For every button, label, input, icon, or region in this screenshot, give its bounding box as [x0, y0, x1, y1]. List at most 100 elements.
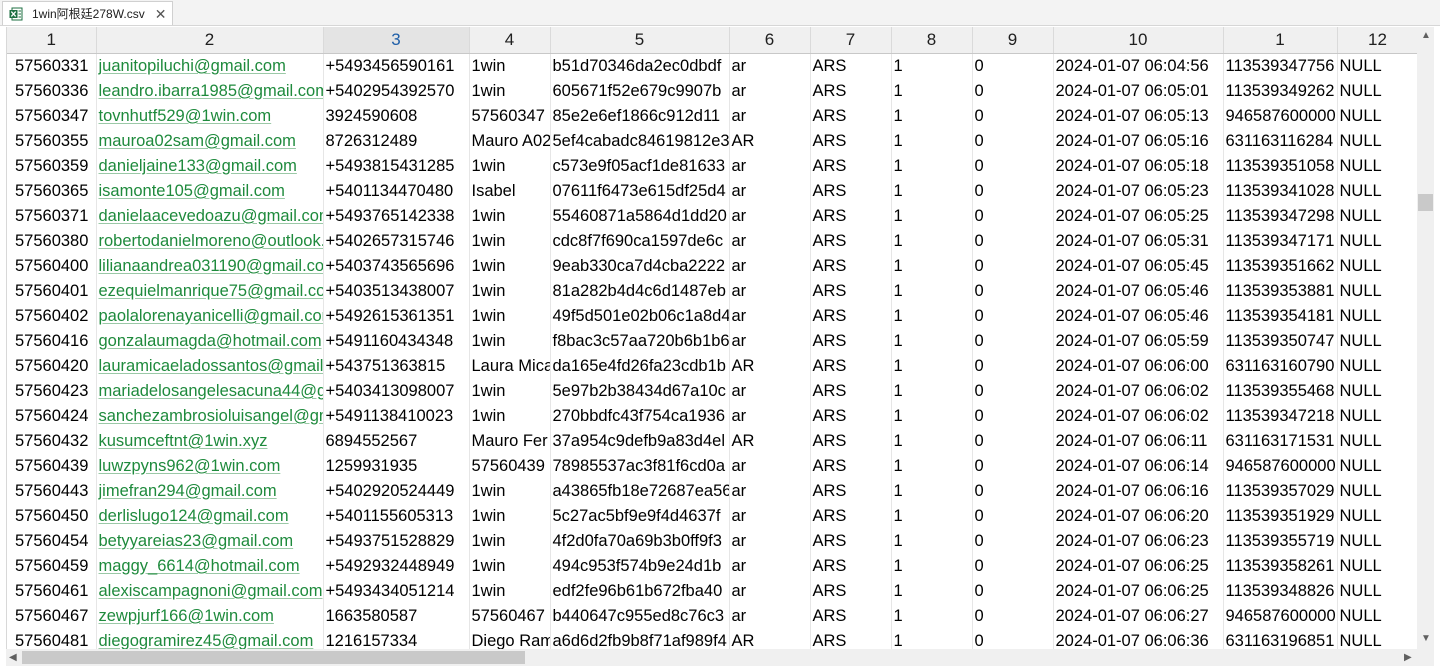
table-cell[interactable]: 605671f52e679c9907b: [550, 78, 730, 104]
email-cell[interactable]: alexiscampagnoni@gmail.com: [96, 578, 324, 604]
table-cell[interactable]: 113539351662: [1223, 253, 1338, 279]
table-cell[interactable]: ARS: [810, 428, 892, 454]
table-cell[interactable]: 1win: [469, 203, 551, 229]
table-cell[interactable]: ARS: [810, 78, 892, 104]
table-cell[interactable]: +5402920524449: [323, 478, 470, 504]
table-cell[interactable]: 0: [972, 428, 1054, 454]
table-cell[interactable]: 57560416: [7, 328, 97, 354]
column-header[interactable]: 2: [96, 27, 324, 54]
table-cell[interactable]: ar: [729, 378, 811, 404]
table-cell[interactable]: 270bbdfc43f754ca1936: [550, 403, 730, 429]
table-cell[interactable]: 1: [891, 453, 973, 479]
table-cell[interactable]: NULL: [1337, 278, 1418, 304]
table-cell[interactable]: 2024-01-07 06:06:02: [1053, 403, 1224, 429]
table-cell[interactable]: 946587600000: [1223, 603, 1338, 629]
table-cell[interactable]: 1win: [469, 403, 551, 429]
table-cell[interactable]: 0: [972, 403, 1054, 429]
table-cell[interactable]: b440647c955ed8c76c3: [550, 603, 730, 629]
email-cell[interactable]: paolalorenayanicelli@gmail.com: [96, 303, 324, 329]
table-cell[interactable]: 0: [972, 553, 1054, 579]
table-cell[interactable]: ar: [729, 403, 811, 429]
table-cell[interactable]: 0: [972, 278, 1054, 304]
table-cell[interactable]: 2024-01-07 06:06:14: [1053, 453, 1224, 479]
table-cell[interactable]: 37a954c9defb9a83d4el: [550, 428, 730, 454]
table-cell[interactable]: 0: [972, 328, 1054, 354]
email-cell[interactable]: juanitopiluchi@gmail.com: [96, 53, 324, 79]
table-cell[interactable]: ARS: [810, 503, 892, 529]
table-cell[interactable]: 1: [891, 128, 973, 154]
email-cell[interactable]: robertodanielmoreno@outlook.com: [96, 228, 324, 254]
table-cell[interactable]: 946587600000: [1223, 453, 1338, 479]
table-cell[interactable]: +5492615361351: [323, 303, 470, 329]
table-cell[interactable]: 0: [972, 53, 1054, 79]
table-cell[interactable]: 2024-01-07 06:05:46: [1053, 303, 1224, 329]
table-cell[interactable]: +5492932448949: [323, 553, 470, 579]
table-cell[interactable]: ARS: [810, 603, 892, 629]
table-cell[interactable]: 631163116284: [1223, 128, 1338, 154]
table-cell[interactable]: NULL: [1337, 378, 1418, 404]
table-cell[interactable]: ar: [729, 78, 811, 104]
table-cell[interactable]: 57560420: [7, 353, 97, 379]
table-cell[interactable]: 0: [972, 628, 1054, 649]
table-cell[interactable]: 1: [891, 428, 973, 454]
table-cell[interactable]: 113539341028: [1223, 178, 1338, 204]
table-cell[interactable]: 2024-01-07 06:05:45: [1053, 253, 1224, 279]
data-grid[interactable]: 1 2 3 4 5 6 7 8 9 10 1 12 57560331 juanitopiluchi@gm…: [6, 27, 1418, 649]
table-cell[interactable]: +5493815431285: [323, 153, 470, 179]
table-cell[interactable]: 1: [891, 328, 973, 354]
table-cell[interactable]: 57560400: [7, 253, 97, 279]
table-cell[interactable]: ARS: [810, 378, 892, 404]
horizontal-scrollbar[interactable]: ◀ ▶: [6, 649, 1434, 666]
table-cell[interactable]: ARS: [810, 628, 892, 649]
table-cell[interactable]: 0: [972, 478, 1054, 504]
table-cell[interactable]: 3924590608: [323, 103, 470, 129]
table-cell[interactable]: 631163196851: [1223, 628, 1338, 649]
table-cell[interactable]: 2024-01-07 06:06:25: [1053, 553, 1224, 579]
table-cell[interactable]: 0: [972, 203, 1054, 229]
horizontal-scroll-thumb[interactable]: [22, 651, 525, 664]
column-header[interactable]: 10: [1053, 27, 1224, 54]
email-cell[interactable]: betyyareias23@gmail.com: [96, 528, 324, 554]
table-cell[interactable]: 113539353881: [1223, 278, 1338, 304]
table-cell[interactable]: 1win: [469, 503, 551, 529]
table-cell[interactable]: 1: [891, 578, 973, 604]
email-cell[interactable]: danieljaine133@gmail.com: [96, 153, 324, 179]
table-cell[interactable]: 57560355: [7, 128, 97, 154]
table-cell[interactable]: NULL: [1337, 553, 1418, 579]
table-cell[interactable]: NULL: [1337, 453, 1418, 479]
table-cell[interactable]: ARS: [810, 303, 892, 329]
table-cell[interactable]: 1: [891, 628, 973, 649]
table-cell[interactable]: ar: [729, 178, 811, 204]
table-cell[interactable]: +5403513438007: [323, 278, 470, 304]
table-cell[interactable]: 49f5d501e02b06c1a8d4: [550, 303, 730, 329]
table-cell[interactable]: 2024-01-07 06:05:18: [1053, 153, 1224, 179]
table-cell[interactable]: 57560359: [7, 153, 97, 179]
column-header[interactable]: 3: [323, 27, 470, 54]
table-cell[interactable]: 0: [972, 103, 1054, 129]
table-cell[interactable]: 1: [891, 478, 973, 504]
table-cell[interactable]: ar: [729, 228, 811, 254]
table-cell[interactable]: ARS: [810, 228, 892, 254]
table-cell[interactable]: +5491138410023: [323, 403, 470, 429]
scroll-right-arrow-icon[interactable]: ▶: [1404, 653, 1412, 663]
table-cell[interactable]: 113539348826: [1223, 578, 1338, 604]
table-cell[interactable]: 0: [972, 378, 1054, 404]
email-cell[interactable]: ezequielmanrique75@gmail.com: [96, 278, 324, 304]
column-header[interactable]: 6: [729, 27, 811, 54]
table-cell[interactable]: 57560461: [7, 578, 97, 604]
table-cell[interactable]: a6d6d2fb9b8f71af989f4: [550, 628, 730, 649]
table-cell[interactable]: ar: [729, 153, 811, 179]
table-cell[interactable]: ARS: [810, 128, 892, 154]
table-cell[interactable]: ar: [729, 53, 811, 79]
table-cell[interactable]: 55460871a5864d1dd20: [550, 203, 730, 229]
table-cell[interactable]: 57560467: [7, 603, 97, 629]
table-cell[interactable]: NULL: [1337, 328, 1418, 354]
table-cell[interactable]: da165e4fd26fa23cdb1b: [550, 353, 730, 379]
table-cell[interactable]: 113539355719: [1223, 528, 1338, 554]
table-cell[interactable]: 2024-01-07 06:05:31: [1053, 228, 1224, 254]
table-cell[interactable]: 2024-01-07 06:06:36: [1053, 628, 1224, 649]
table-cell[interactable]: 0: [972, 503, 1054, 529]
table-cell[interactable]: 0: [972, 603, 1054, 629]
table-cell[interactable]: +5402657315746: [323, 228, 470, 254]
table-cell[interactable]: +5402954392570: [323, 78, 470, 104]
